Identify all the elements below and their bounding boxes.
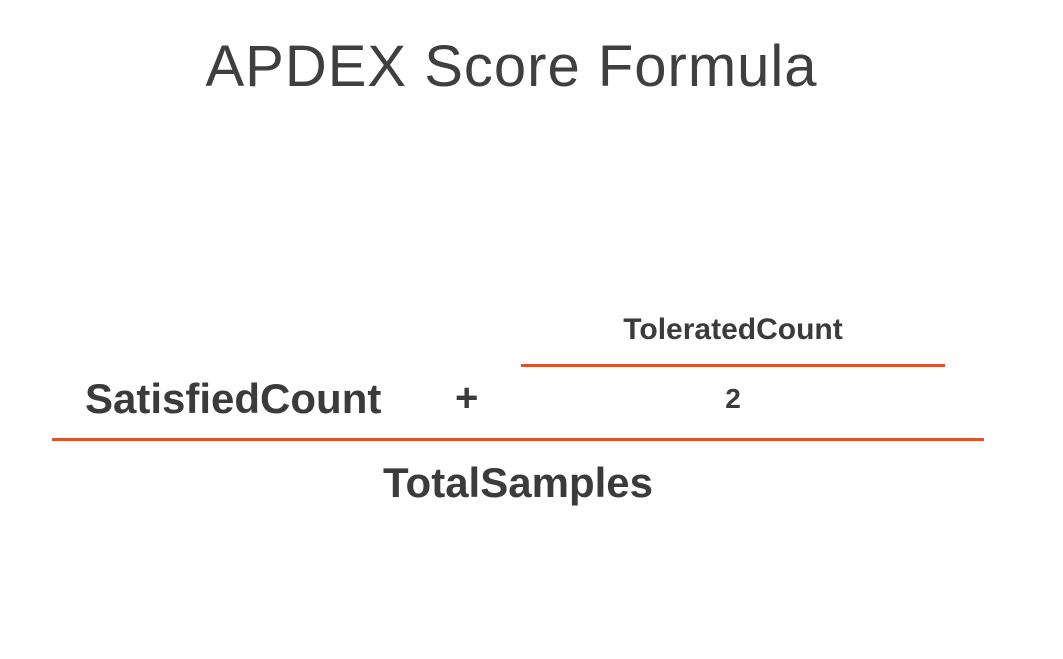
tolerated-count-term: ToleratedCount	[623, 313, 843, 346]
plus-operator: +	[455, 376, 479, 420]
satisfied-count-term: SatisfiedCount	[85, 375, 382, 422]
total-samples-term: TotalSamples	[383, 459, 653, 506]
inner-denominator-two: 2	[725, 383, 741, 414]
slide: APDEX Score Formula SatisfiedCount + Tol…	[0, 0, 1063, 659]
apdex-formula: SatisfiedCount + ToleratedCount 2 TotalS…	[0, 0, 1063, 659]
main-fraction-bar	[52, 438, 984, 441]
inner-fraction-bar	[521, 364, 945, 367]
